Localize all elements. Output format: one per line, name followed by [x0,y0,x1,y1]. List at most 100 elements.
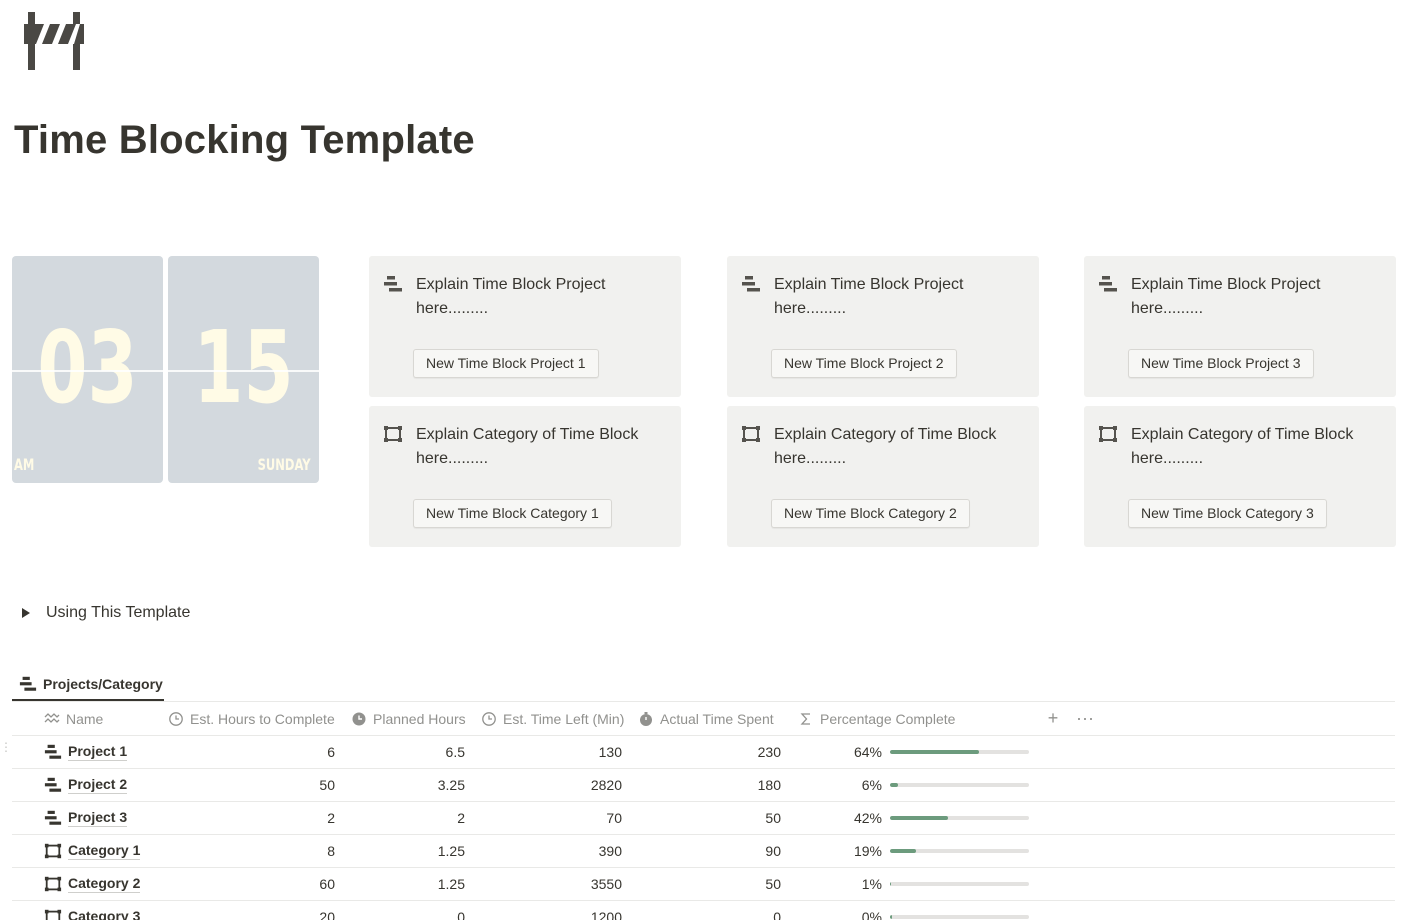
frame-icon [1098,424,1118,444]
progress-bar-track [890,882,1029,886]
planned-hours-cell[interactable]: 6.5 [351,736,465,768]
progress-bar-fill [890,882,892,886]
planned-hours-cell[interactable]: 1.25 [351,835,465,867]
table-row[interactable]: Project 2 50 3.25 2820 180 6% [12,769,1395,802]
category-card-2: Explain Category of Time Block here.....… [727,406,1039,547]
using-this-template-toggle[interactable]: Using This Template [18,602,190,624]
clock-meridiem: AM [14,455,35,474]
table-row[interactable]: Project 3 2 2 70 50 42% [12,802,1395,835]
planned-hours-cell[interactable]: 0 [351,901,465,920]
frame-icon [44,875,62,893]
row-name-cell[interactable]: Project 3 [44,802,128,834]
progress-bar-fill [890,915,892,919]
new-time-block-category-1-button[interactable]: New Time Block Category 1 [413,499,612,528]
more-options-icon[interactable]: ··· [1074,702,1096,735]
page: Time Blocking Template 03 AM 15 SUNDAY E… [0,0,1409,920]
progress-bar-track [890,750,1029,754]
planned-hours-cell[interactable]: 3.25 [351,769,465,801]
progress-bar-fill [890,816,949,820]
toggle-triangle-icon[interactable] [22,608,30,618]
column-header-label: Name [66,710,104,727]
table-header: Name Est. Hours to Complete Planned Hour… [12,702,1395,736]
column-header-label: Planned Hours [373,710,466,727]
stacked-bars-icon [383,274,403,294]
frame-icon [44,908,62,920]
clock-minute-card: 15 SUNDAY [168,256,319,483]
planned-hours-cell[interactable]: 1.25 [351,868,465,900]
roadblock-icon[interactable] [22,10,86,72]
est-time-left-cell[interactable]: 130 [481,736,622,768]
view-tab-projects-category[interactable]: Projects/Category [12,668,164,701]
est-hours-cell[interactable]: 8 [168,835,335,867]
est-hours-cell[interactable]: 2 [168,802,335,834]
actual-time-cell[interactable]: 90 [638,835,781,867]
est-hours-cell[interactable]: 6 [168,736,335,768]
actual-time-cell[interactable]: 50 [638,868,781,900]
est-hours-cell[interactable]: 20 [168,901,335,920]
table-row[interactable]: Category 3 20 0 1200 0 0% [12,901,1395,920]
progress-bar-fill [890,783,899,787]
row-name-link[interactable]: Category 2 [68,875,141,893]
new-time-block-category-3-button[interactable]: New Time Block Category 3 [1128,499,1327,528]
new-time-block-category-2-button[interactable]: New Time Block Category 2 [771,499,970,528]
new-time-block-project-1-button[interactable]: New Time Block Project 1 [413,349,599,378]
column-header-label: Est. Hours to Complete [190,710,335,727]
percentage-label: 19% [853,843,882,859]
table-row[interactable]: ⋮ Project 1 6 6.5 130 230 64% [0,736,1395,769]
column-header-est-hours[interactable]: Est. Hours to Complete [168,702,335,735]
planned-hours-cell[interactable]: 2 [351,802,465,834]
est-time-left-cell[interactable]: 70 [481,802,622,834]
frame-icon [44,842,62,860]
column-header-est-time-left[interactable]: Est. Time Left (Min) [481,702,624,735]
est-hours-cell[interactable]: 60 [168,868,335,900]
column-header-label: Percentage Complete [820,710,956,727]
row-name-cell[interactable]: Category 1 [44,835,141,867]
actual-time-cell[interactable]: 0 [638,901,781,920]
column-header-label: Actual Time Spent [660,710,774,727]
column-header-percentage[interactable]: Percentage Complete [798,702,955,735]
project-card-text: Explain Time Block Project here......... [1131,276,1321,317]
percentage-label: 6% [861,777,882,793]
add-property-icon[interactable]: + [1042,702,1064,735]
frame-icon [383,424,403,444]
project-card-text: Explain Time Block Project here......... [774,276,964,317]
est-time-left-cell[interactable]: 390 [481,835,622,867]
sigma-icon [798,711,814,727]
est-time-left-cell[interactable]: 1200 [481,901,622,920]
category-card-text: Explain Category of Time Block here.....… [416,426,639,467]
new-time-block-project-2-button[interactable]: New Time Block Project 2 [771,349,957,378]
actual-time-cell[interactable]: 180 [638,769,781,801]
table-body: ⋮ Project 1 6 6.5 130 230 64% Project 2 50 3.25 28… [0,736,1395,920]
table-row[interactable]: Category 1 8 1.25 390 90 19% [12,835,1395,868]
percentage-label: 1% [861,876,882,892]
est-time-left-cell[interactable]: 2820 [481,769,622,801]
column-header-name[interactable]: Name [44,702,103,735]
column-header-label: Est. Time Left (Min) [503,710,625,727]
est-hours-cell[interactable]: 50 [168,769,335,801]
row-name-link[interactable]: Category 3 [68,908,140,920]
stacked-bars-icon [1098,274,1118,294]
row-name-cell[interactable]: Category 3 [44,901,140,920]
project-card-1: Explain Time Block Project here.........… [369,256,681,397]
row-name-cell[interactable]: Project 2 [44,769,128,801]
column-header-actual-time[interactable]: Actual Time Spent [638,702,774,735]
est-time-left-cell[interactable]: 3550 [481,868,622,900]
row-name-link[interactable]: Category 1 [68,842,141,860]
actual-time-cell[interactable]: 50 [638,802,781,834]
clock-hour: 03 [37,309,138,426]
column-header-planned-hours[interactable]: Planned Hours [351,702,466,735]
row-name-cell[interactable]: Project 1 [44,736,128,768]
clock-minute: 15 [193,309,294,426]
table-row[interactable]: Category 2 60 1.25 3550 50 1% [12,868,1395,901]
percentage-label: 64% [853,744,882,760]
row-name-link[interactable]: Project 1 [68,743,128,761]
new-time-block-project-3-button[interactable]: New Time Block Project 3 [1128,349,1314,378]
row-name-link[interactable]: Project 3 [68,809,128,827]
drag-handle-icon[interactable]: ⋮ [0,741,12,760]
view-tab-label: Projects/Category [43,675,163,692]
project-card-2: Explain Time Block Project here.........… [727,256,1039,397]
row-name-link[interactable]: Project 2 [68,776,128,794]
row-name-cell[interactable]: Category 2 [44,868,141,900]
clock-split-line [168,370,319,372]
actual-time-cell[interactable]: 230 [638,736,781,768]
